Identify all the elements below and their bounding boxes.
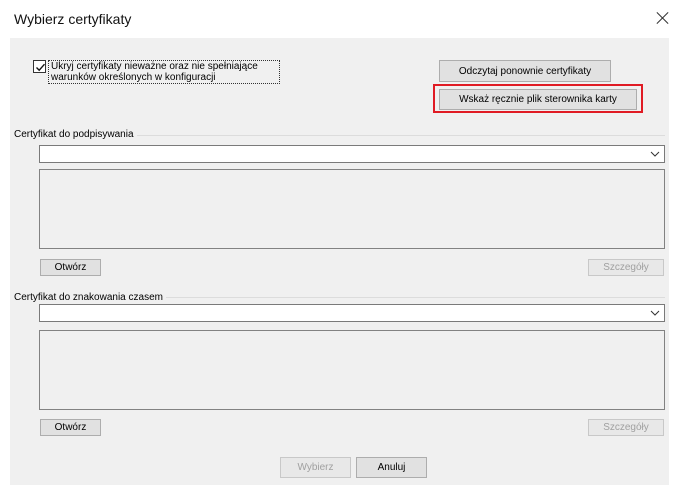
checkmark-icon bbox=[36, 63, 46, 72]
timestamp-certificate-select[interactable] bbox=[39, 304, 665, 322]
title-bar: Wybierz certyfikaty bbox=[0, 0, 678, 38]
signing-group-label: Certyfikat do podpisywania bbox=[14, 129, 137, 140]
select-button[interactable]: Wybierz bbox=[280, 457, 351, 478]
dialog-body: Ukryj certyfikaty nieważne oraz nie speł… bbox=[10, 38, 669, 485]
timestamp-open-button[interactable]: Otwórz bbox=[40, 419, 101, 436]
window-title: Wybierz certyfikaty bbox=[14, 11, 132, 27]
signing-certificate-list[interactable] bbox=[39, 169, 665, 249]
timestamp-group-label: Certyfikat do znakowania czasem bbox=[14, 292, 166, 303]
hide-invalid-checkbox[interactable] bbox=[33, 60, 46, 73]
chevron-down-icon bbox=[650, 310, 660, 316]
cancel-button[interactable]: Anuluj bbox=[356, 457, 427, 478]
timestamp-certificate-list[interactable] bbox=[39, 330, 665, 410]
signing-open-button[interactable]: Otwórz bbox=[40, 259, 101, 276]
reload-certificates-button[interactable]: Odczytaj ponownie certyfikaty bbox=[439, 60, 611, 82]
timestamp-details-button[interactable]: Szczegóły bbox=[588, 419, 664, 436]
hide-invalid-label[interactable]: Ukryj certyfikaty nieważne oraz nie speł… bbox=[48, 60, 280, 84]
select-driver-file-button[interactable]: Wskaż ręcznie plik sterownika karty bbox=[439, 89, 637, 110]
signing-details-button[interactable]: Szczegóły bbox=[588, 259, 664, 276]
signing-certificate-select[interactable] bbox=[39, 145, 665, 163]
chevron-down-icon bbox=[650, 151, 660, 157]
close-icon[interactable] bbox=[656, 11, 670, 25]
